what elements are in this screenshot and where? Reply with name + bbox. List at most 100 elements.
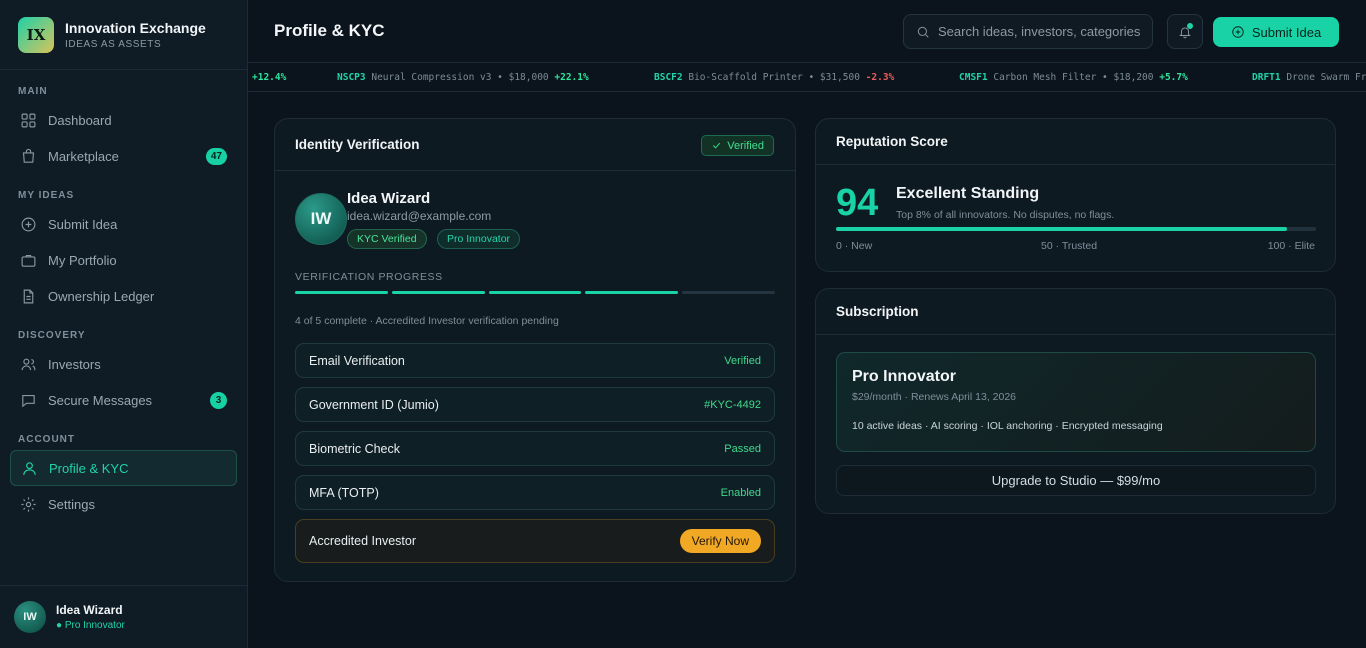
submit-idea-label: Submit Idea [1251, 24, 1322, 40]
sidebar-item-submit-idea[interactable]: Submit Idea [10, 206, 237, 242]
ticker-change: +5.7% [1159, 72, 1188, 83]
standing-subtitle: Top 8% of all innovators. No disputes, n… [896, 209, 1115, 221]
user-name: Idea Wizard [56, 603, 123, 617]
verification-progress-label: VERIFICATION PROGRESS [295, 271, 443, 283]
ticker-item[interactable]: NSCP3 Neural Compression v3 • $18,000 +2… [337, 64, 589, 91]
ticker-change: +22.1% [554, 72, 589, 83]
verification-progress-text: 4 of 5 complete · Accredited Investor ve… [295, 315, 559, 327]
check-biometric[interactable]: Biometric Check Passed [295, 431, 775, 466]
document-icon [23, 289, 34, 303]
subscription-card: Subscription Pro Innovator $29/month · R… [815, 288, 1336, 514]
sidebar-item-label: Dashboard [48, 112, 112, 128]
briefcase-icon [21, 254, 36, 267]
nav-section-my-ideas: MY IDEAS [18, 190, 75, 201]
check-government-id[interactable]: Government ID (Jumio) #KYC-4492 [295, 387, 775, 422]
reputation-bar-fill [836, 227, 1288, 231]
user-role: ● Pro Innovator [56, 620, 125, 631]
sidebar-item-label: Settings [48, 496, 95, 512]
nav-section-main: MAIN [18, 86, 48, 97]
identity-verification-card: Identity Verification Verified IW Idea W… [274, 118, 796, 582]
progress-segment [682, 291, 775, 294]
ticker-desc: Drone Swarm Fr [1286, 72, 1366, 83]
ticker-change: -2.3% [865, 72, 895, 83]
scale-label-low: 0 · New [836, 240, 873, 252]
notification-dot [1187, 23, 1193, 29]
sidebar-item-investors[interactable]: Investors [10, 346, 237, 382]
message-icon [22, 394, 35, 407]
sidebar-item-marketplace[interactable]: Marketplace 47 [10, 138, 237, 174]
status-badge: Verified [701, 135, 774, 156]
reputation-score: 94 [836, 182, 879, 224]
reputation-bar [836, 227, 1316, 231]
plan-price: $29/month · Renews April 13, 2026 [852, 391, 1017, 403]
check-label: Biometric Check [309, 441, 400, 456]
brand-logo: IX [18, 16, 54, 53]
ticker-item[interactable]: DRFT1 Drone Swarm Fr [1252, 64, 1366, 91]
current-user[interactable]: IW Idea Wizard ● Pro Innovator [0, 585, 247, 648]
scale-label-mid: 50 · Trusted [1041, 240, 1098, 252]
ticker-item[interactable]: CMSF1 Carbon Mesh Filter • $18,200 +5.7% [959, 64, 1188, 91]
progress-segment [488, 291, 582, 294]
search-box[interactable] [903, 14, 1153, 49]
sidebar-item-label: Ownership Ledger [48, 288, 155, 304]
sidebar-item-my-portfolio[interactable]: My Portfolio [10, 242, 237, 278]
avatar: IW [14, 601, 46, 633]
sidebar-item-ownership-ledger[interactable]: Ownership Ledger [10, 278, 237, 314]
check-label: MFA (TOTP) [309, 485, 379, 500]
search-icon [917, 26, 929, 38]
notifications-button[interactable] [1167, 14, 1203, 49]
messages-count-badge: 3 [210, 391, 227, 409]
check-icon [713, 142, 721, 149]
check-status: Verified [724, 354, 761, 367]
sidebar-item-label: Profile & KYC [49, 460, 129, 476]
page-title: Profile & KYC [274, 21, 385, 40]
ticker-item[interactable]: +12.4% [252, 64, 286, 91]
submit-idea-button[interactable]: Submit Idea [1213, 17, 1339, 47]
standing-title: Excellent Standing [896, 185, 1040, 202]
check-status: Enabled [720, 486, 761, 499]
sidebar-item-dashboard[interactable]: Dashboard [10, 102, 237, 138]
check-label: Email Verification [309, 353, 405, 368]
card-title: Subscription [816, 289, 1335, 335]
progress-segment [585, 291, 679, 294]
sidebar-item-label: Marketplace [48, 148, 119, 164]
status-badge-label: Verified [727, 139, 764, 152]
ticker-item[interactable]: BSCF2 Bio-Scaffold Printer • $31,500 -2.… [654, 64, 894, 91]
scale-label-high: 100 · Elite [1267, 240, 1315, 252]
check-accredited-investor: Accredited Investor Verify Now [295, 519, 775, 563]
brand[interactable]: IX Innovation Exchange IDEAS AS ASSETS [0, 0, 247, 70]
progress-segment [391, 291, 485, 294]
check-email-verification[interactable]: Email Verification Verified [295, 343, 775, 378]
plan-name: Pro Innovator [852, 368, 957, 385]
sidebar-item-profile-kyc[interactable]: Profile & KYC [10, 450, 237, 486]
search-input[interactable] [938, 24, 1148, 39]
users-icon [21, 358, 36, 370]
pro-innovator-tag: Pro Innovator [437, 229, 521, 249]
avatar: IW [295, 193, 347, 245]
check-label: Government ID (Jumio) [309, 397, 439, 412]
brand-name: Innovation Exchange [65, 19, 206, 36]
current-plan: Pro Innovator $29/month · Renews April 1… [836, 352, 1316, 452]
verification-progress-bar [295, 291, 775, 295]
sidebar-item-settings[interactable]: Settings [10, 486, 237, 522]
topbar: Profile & KYC Submit Idea [248, 0, 1366, 63]
ticker-desc: Neural Compression v3 • $18,000 [371, 72, 549, 83]
ticker-symbol: DRFT1 [1252, 72, 1281, 83]
profile-name: Idea Wizard [347, 190, 431, 207]
card-title: Reputation Score [816, 119, 1335, 165]
verify-now-button[interactable]: Verify Now [679, 529, 761, 553]
user-icon [23, 461, 36, 475]
check-mfa[interactable]: MFA (TOTP) Enabled [295, 475, 775, 510]
upgrade-button[interactable]: Upgrade to Studio — $99/mo [836, 465, 1316, 496]
check-label: Accredited Investor [309, 534, 416, 548]
progress-segment [295, 291, 388, 294]
check-status: Passed [724, 442, 761, 455]
plus-circle-icon [21, 217, 36, 231]
sidebar-item-label: My Portfolio [48, 252, 117, 268]
plus-circle-icon [1232, 26, 1244, 38]
sidebar-item-secure-messages[interactable]: Secure Messages 3 [10, 382, 237, 418]
market-ticker: +12.4% NSCP3 Neural Compression v3 • $18… [248, 64, 1366, 92]
ticker-desc: Bio-Scaffold Printer • $31,500 [688, 72, 860, 83]
check-status: #KYC-4492 [704, 398, 761, 411]
sidebar-item-label: Secure Messages [48, 392, 153, 408]
